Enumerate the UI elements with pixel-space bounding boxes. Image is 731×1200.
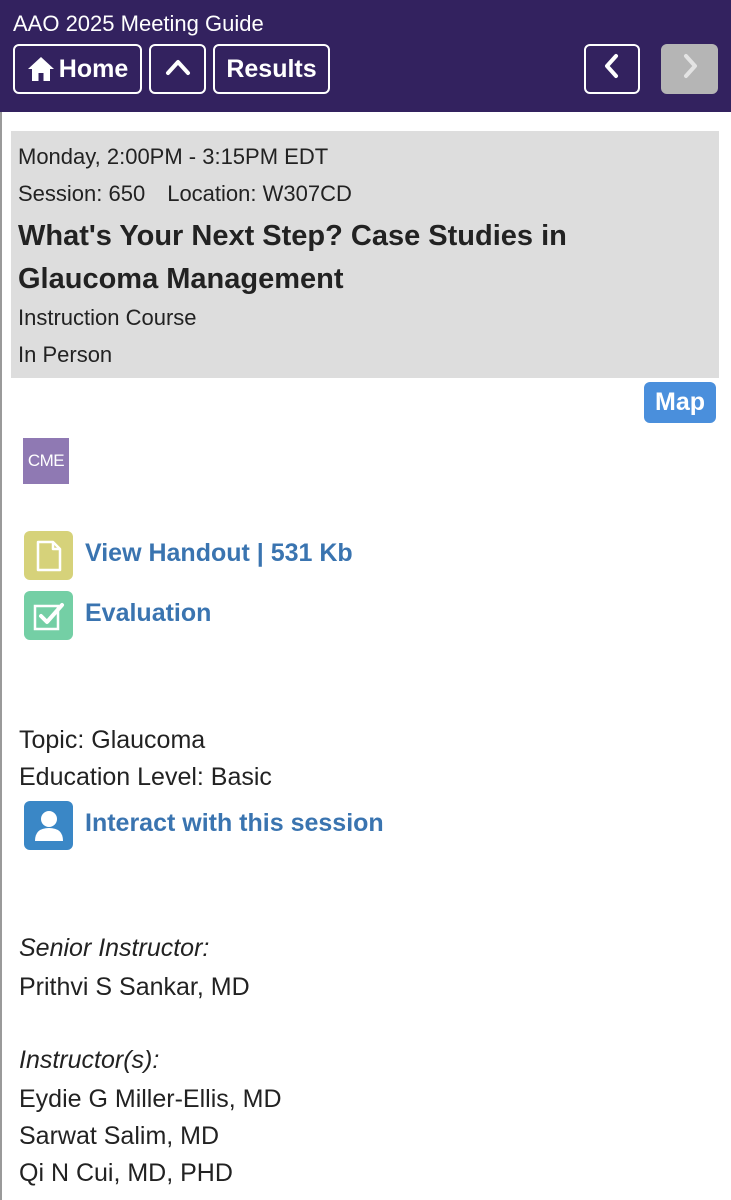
chevron-left-icon	[602, 53, 622, 86]
chevron-up-icon	[165, 55, 191, 84]
cme-badge: CME	[23, 438, 69, 484]
session-title: What's Your Next Step? Case Studies in G…	[18, 220, 567, 295]
evaluation-checkbox-icon[interactable]	[24, 591, 73, 640]
view-handout-link[interactable]: View Handout | 531 Kb	[85, 539, 353, 568]
left-edge-rule	[0, 112, 2, 1200]
session-format: In Person	[18, 342, 113, 367]
session-number-location: Session: 650 Location: W307CD	[18, 181, 352, 207]
instructor-name: Qi N Cui, MD, PHD	[19, 1159, 233, 1187]
map-button[interactable]: Map	[644, 382, 716, 423]
user-profile-icon[interactable]	[24, 801, 73, 850]
previous-button[interactable]	[584, 44, 640, 94]
instructor-name: Sarwat Salim, MD	[19, 1122, 220, 1150]
chevron-right-icon	[680, 53, 700, 86]
app-title: AAO 2025 Meeting Guide	[13, 11, 264, 36]
session-info-box: Monday, 2:00PM - 3:15PM EDT Session: 650…	[11, 131, 719, 378]
results-button[interactable]: Results	[213, 44, 330, 94]
instructors-heading: Instructor(s):	[19, 1046, 160, 1074]
session-topic: Topic: Glaucoma	[19, 726, 206, 754]
senior-instructor-heading: Senior Instructor:	[19, 934, 210, 962]
session-location: Location: W307CD	[167, 181, 352, 206]
interact-session-link[interactable]: Interact with this session	[85, 809, 384, 838]
evaluation-link[interactable]: Evaluation	[85, 599, 211, 628]
education-level: Education Level: Basic	[19, 763, 272, 791]
session-datetime: Monday, 2:00PM - 3:15PM EDT	[18, 144, 329, 169]
up-button[interactable]	[149, 44, 206, 94]
instructor-name: Eydie G Miller-Ellis, MD	[19, 1085, 282, 1113]
home-button-label: Home	[58, 54, 129, 83]
home-button[interactable]: Home	[13, 44, 142, 94]
handout-document-icon[interactable]	[24, 531, 73, 580]
senior-instructor-name: Prithvi S Sankar, MD	[19, 973, 250, 1001]
session-number: Session: 650	[18, 181, 146, 206]
home-icon	[27, 55, 55, 83]
next-button[interactable]	[661, 44, 718, 94]
app-header: AAO 2025 Meeting Guide Home Results	[0, 0, 731, 112]
session-type: Instruction Course	[18, 305, 197, 330]
